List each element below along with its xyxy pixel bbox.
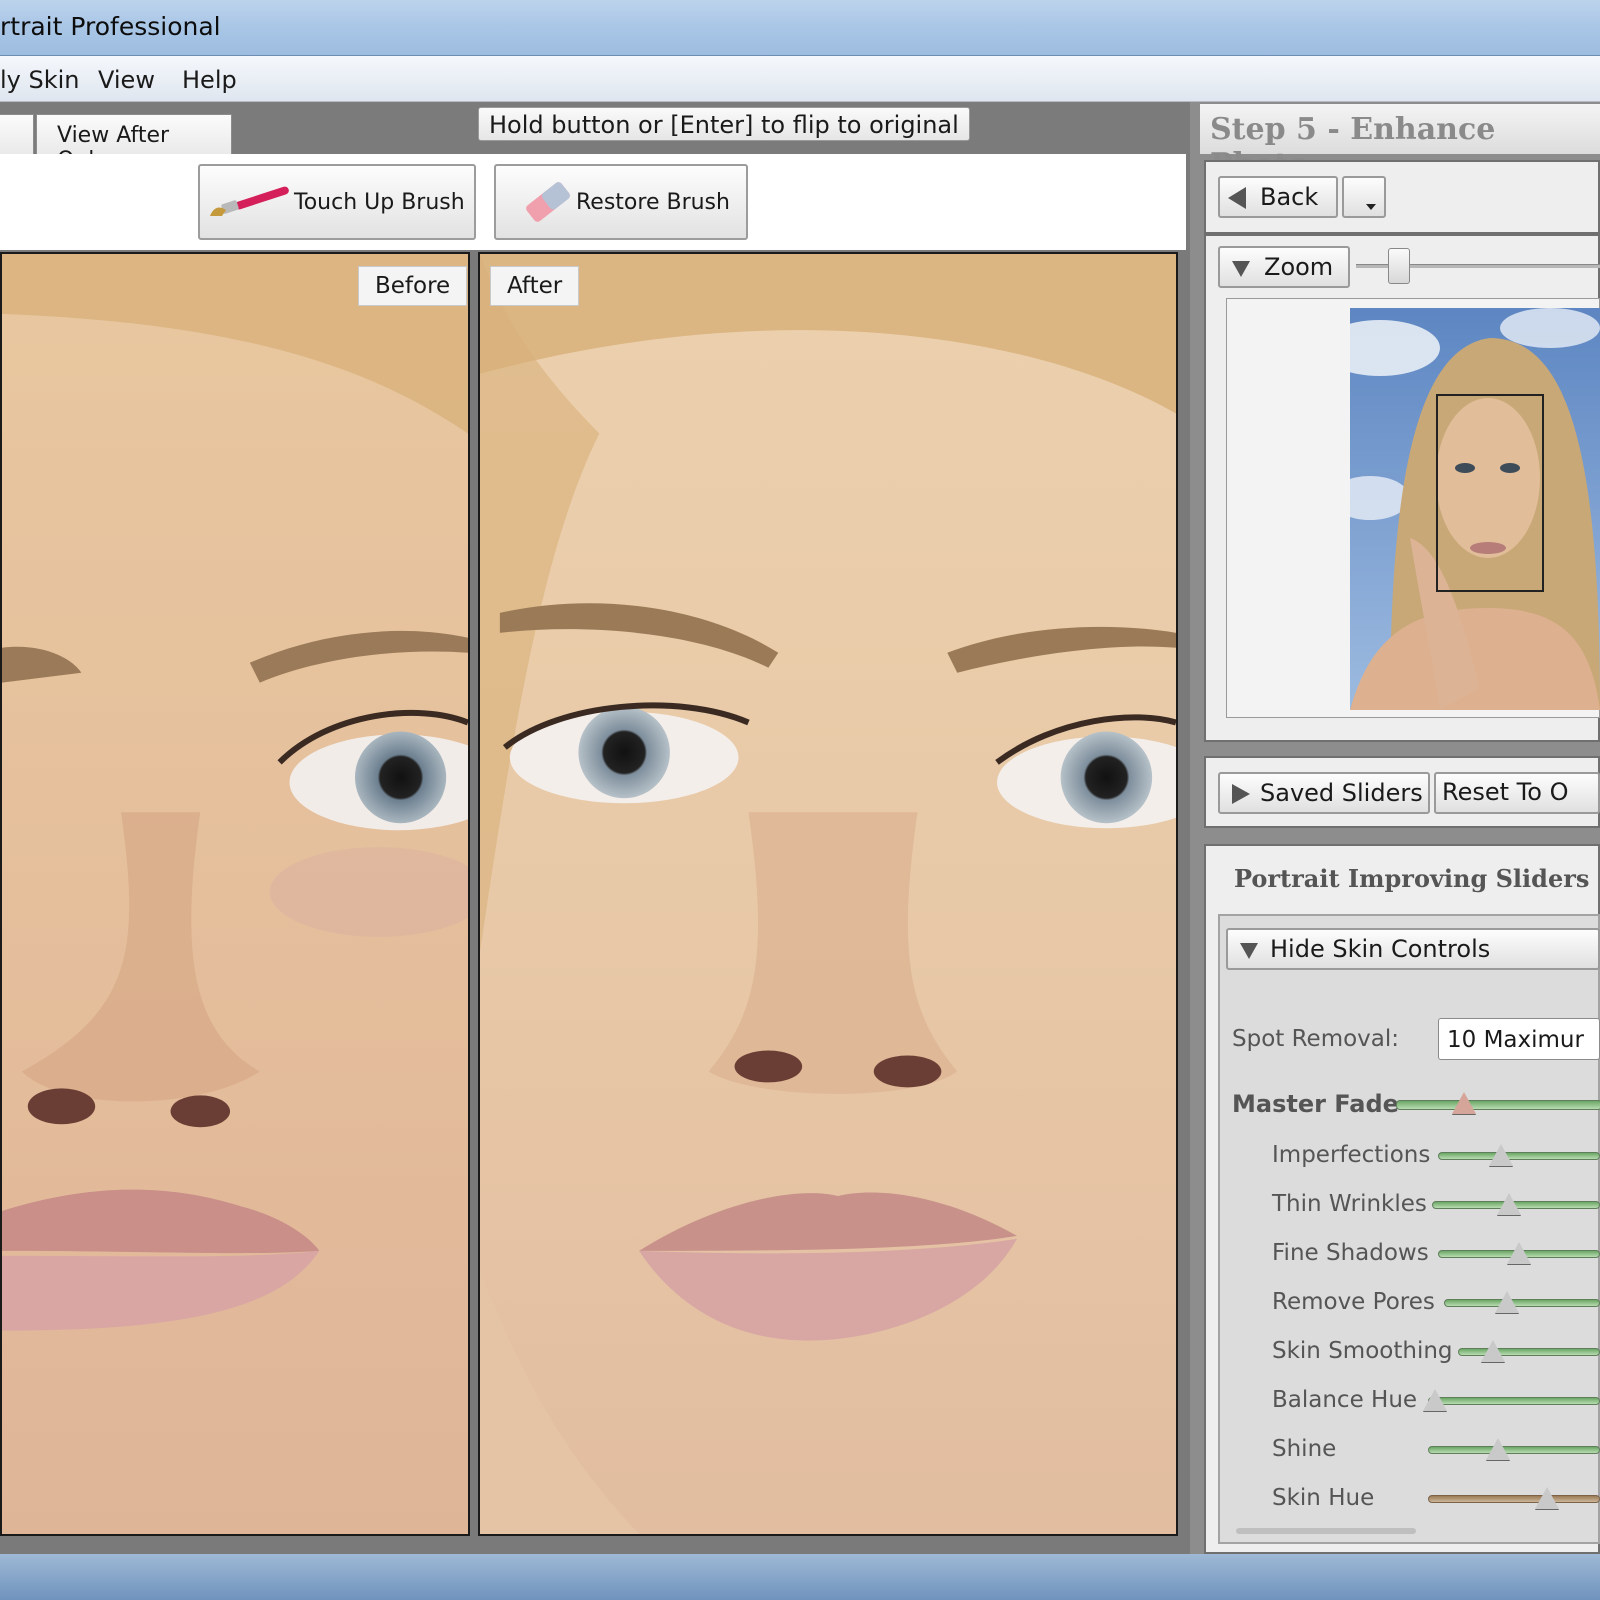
triangle-right-icon <box>1232 784 1250 804</box>
slider-thumb[interactable] <box>1481 1340 1505 1362</box>
after-photo[interactable]: After <box>478 252 1178 1536</box>
slider-track[interactable] <box>1428 1495 1600 1503</box>
brush-icon <box>210 186 289 216</box>
slider-track[interactable] <box>1458 1348 1600 1356</box>
back-dropdown-button[interactable] <box>1342 176 1386 218</box>
hide-skin-controls-label: Hide Skin Controls <box>1270 935 1491 963</box>
master-fade-track[interactable] <box>1396 1100 1600 1110</box>
triangle-down-icon <box>1232 261 1250 277</box>
chevron-down-icon <box>1366 204 1376 210</box>
menu-bar: ly Skin View Help <box>0 56 1600 102</box>
slider-track[interactable] <box>1444 1299 1600 1307</box>
slider-thumb[interactable] <box>1489 1144 1513 1166</box>
slider-thumb[interactable] <box>1497 1193 1521 1215</box>
slider-label: Skin Smoothing <box>1272 1338 1453 1364</box>
slider-track[interactable] <box>1428 1397 1600 1405</box>
tab-before-after[interactable]: r <box>0 114 34 158</box>
hide-skin-controls-button[interactable]: Hide Skin Controls <box>1226 928 1600 970</box>
slider-thumb[interactable] <box>1495 1291 1519 1313</box>
slider-label: Shine <box>1272 1436 1337 1462</box>
slider-track[interactable] <box>1438 1152 1600 1160</box>
before-face-image <box>2 254 468 1534</box>
tab-view-after-only[interactable]: View After Only <box>36 114 232 173</box>
before-label: Before <box>358 266 468 306</box>
back-button[interactable]: Back <box>1218 176 1338 218</box>
slider-label: Remove Pores <box>1272 1289 1435 1315</box>
slider-thumb[interactable] <box>1507 1242 1532 1264</box>
slider-label: Imperfections <box>1272 1142 1431 1168</box>
saved-sliders-label: Saved Sliders <box>1260 779 1423 807</box>
after-face-image <box>480 254 1176 1534</box>
back-arrow-icon <box>1228 187 1246 209</box>
slider-thumb[interactable] <box>1535 1487 1559 1509</box>
window-title: rtrait Professional <box>0 12 221 41</box>
slider-thumb[interactable] <box>1423 1389 1447 1411</box>
spot-removal-select[interactable]: 10 Maximur <box>1438 1018 1600 1060</box>
zoom-toggle-button[interactable]: Zoom <box>1218 246 1350 288</box>
slider-label: Fine Shadows <box>1272 1240 1429 1266</box>
restore-brush-button[interactable]: Restore Brush <box>494 164 748 240</box>
saved-sliders-button[interactable]: Saved Sliders <box>1218 772 1430 814</box>
status-bar <box>0 1554 1600 1600</box>
menu-item-skin[interactable]: ly Skin <box>0 66 80 94</box>
triangle-down-icon <box>1240 943 1258 959</box>
master-fade-label: Master Fade <box>1232 1090 1399 1118</box>
back-label: Back <box>1260 183 1319 211</box>
restore-brush-label: Restore Brush <box>576 189 730 215</box>
zoom-slider-thumb[interactable] <box>1388 248 1410 284</box>
menu-item-help[interactable]: Help <box>182 66 237 94</box>
eraser-icon <box>526 182 570 222</box>
after-label: After <box>490 266 580 306</box>
reset-to-original-button[interactable]: Reset To O <box>1434 772 1600 814</box>
reset-label: Reset To O <box>1442 778 1569 806</box>
title-bar: rtrait Professional <box>0 0 1600 56</box>
navigator-thumbnail[interactable] <box>1350 308 1600 710</box>
menu-item-view[interactable]: View <box>98 66 155 94</box>
touch-up-brush-button[interactable]: Touch Up Brush <box>198 164 476 240</box>
zoom-label: Zoom <box>1264 253 1334 281</box>
master-fade-thumb[interactable] <box>1452 1092 1477 1114</box>
more-controls-edge <box>1236 1528 1416 1534</box>
slider-label: Skin Hue <box>1272 1485 1375 1511</box>
step-header: Step 5 - Enhance Photo <box>1200 104 1600 182</box>
slider-label: Balance Hue <box>1272 1387 1418 1413</box>
before-photo[interactable]: Before <box>0 252 470 1536</box>
navigator-viewport-box[interactable] <box>1436 394 1544 592</box>
slider-track[interactable] <box>1428 1446 1600 1454</box>
sliders-heading: Portrait Improving Sliders <box>1234 864 1590 893</box>
spot-removal-value: 10 Maximur <box>1447 1027 1584 1053</box>
touch-up-brush-label: Touch Up Brush <box>294 189 465 215</box>
slider-thumb[interactable] <box>1486 1438 1510 1460</box>
slider-label: Thin Wrinkles <box>1272 1191 1427 1217</box>
spot-removal-label: Spot Removal: <box>1232 1026 1400 1052</box>
flip-original-button[interactable]: Hold button or [Enter] to flip to origin… <box>478 107 970 141</box>
